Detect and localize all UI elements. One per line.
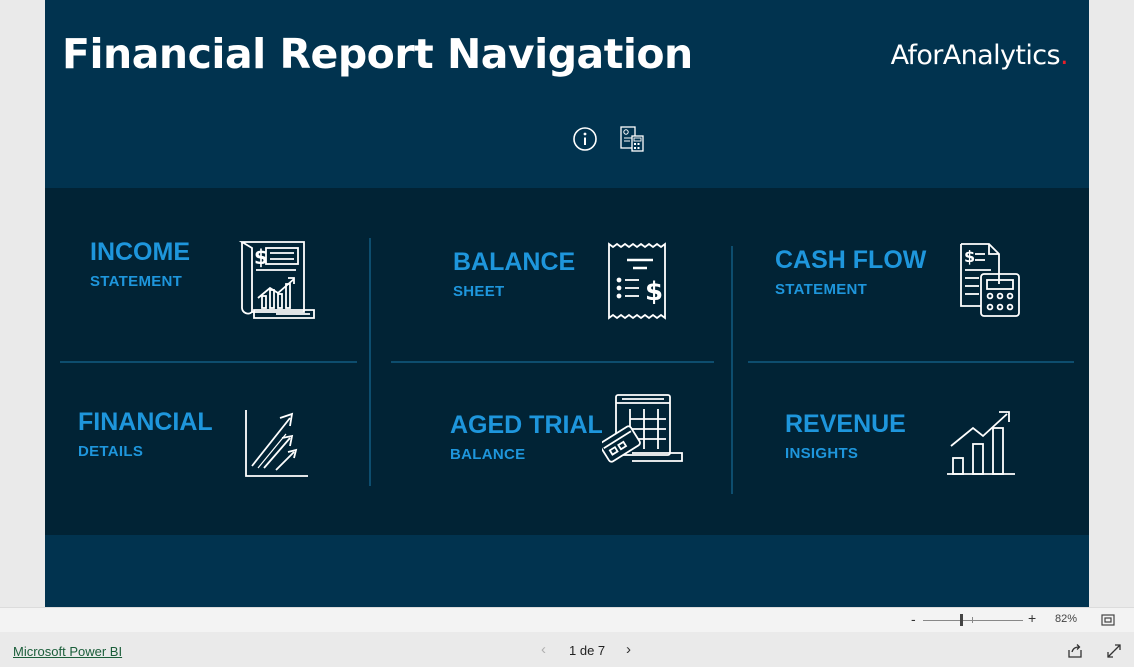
power-bi-link[interactable]: Microsoft Power BI bbox=[13, 644, 122, 659]
nav-aged-trial-balance[interactable]: AGED TRIAL BALANCE bbox=[450, 394, 700, 491]
nav-subtitle: DETAILS bbox=[78, 443, 144, 460]
brand-name: AforAnalytics bbox=[890, 40, 1061, 71]
divider bbox=[748, 361, 1074, 363]
nav-title: CASH FLOW bbox=[775, 246, 927, 274]
zoom-slider-tick bbox=[972, 617, 973, 623]
bar-chart-trend-icon bbox=[947, 411, 1015, 475]
nav-subtitle: BALANCE bbox=[450, 446, 526, 463]
nav-cash-flow-statement[interactable]: CASH FLOW STATEMENT $ bbox=[775, 243, 1025, 326]
receipt-dollar-icon: $ bbox=[608, 242, 666, 320]
footer-bar: Microsoft Power BI ‹ 1 de 7 › bbox=[0, 632, 1134, 667]
zoom-out-button[interactable]: - bbox=[911, 611, 916, 627]
info-icon[interactable] bbox=[570, 124, 600, 154]
nav-subtitle: STATEMENT bbox=[775, 281, 868, 298]
nav-revenue-insights[interactable]: REVENUE INSIGHTS bbox=[785, 410, 1025, 490]
navigation-panel: INCOME STATEMENT $ BALANCE SHEET $ CASH … bbox=[45, 188, 1089, 535]
divider bbox=[391, 361, 714, 363]
fit-to-page-icon[interactable] bbox=[1101, 613, 1115, 627]
svg-text:$: $ bbox=[254, 245, 268, 269]
fullscreen-icon[interactable] bbox=[1106, 643, 1122, 659]
svg-text:$: $ bbox=[964, 247, 975, 266]
svg-text:$: $ bbox=[645, 277, 663, 307]
previous-page-button[interactable]: ‹ bbox=[541, 641, 546, 658]
nav-title: AGED TRIAL bbox=[450, 411, 603, 439]
zoom-slider-thumb[interactable] bbox=[960, 614, 963, 626]
nav-title: INCOME bbox=[90, 238, 190, 266]
zoom-level: 82% bbox=[1055, 613, 1078, 625]
brand-logo: AforAnalytics. bbox=[890, 40, 1069, 71]
calculator-document-icon[interactable] bbox=[617, 124, 647, 154]
income-statement-icon: $ bbox=[238, 241, 315, 319]
document-calculator-icon: $ bbox=[960, 243, 1020, 317]
divider bbox=[60, 361, 357, 363]
nav-subtitle: SHEET bbox=[453, 283, 505, 300]
divider bbox=[731, 246, 733, 494]
next-page-button[interactable]: › bbox=[626, 641, 631, 658]
report-canvas: Financial Report Navigation AforAnalytic… bbox=[45, 0, 1089, 607]
growth-arrows-icon bbox=[245, 410, 308, 477]
divider bbox=[369, 238, 371, 486]
nav-subtitle: INSIGHTS bbox=[785, 445, 859, 462]
nav-subtitle: STATEMENT bbox=[90, 273, 183, 290]
brand-dot: . bbox=[1060, 40, 1069, 71]
nav-income-statement[interactable]: INCOME STATEMENT $ bbox=[90, 238, 330, 328]
zoom-in-button[interactable]: + bbox=[1028, 610, 1036, 626]
report-title: Financial Report Navigation bbox=[62, 30, 693, 78]
zoom-slider-track[interactable] bbox=[923, 620, 1023, 621]
nav-title: REVENUE bbox=[785, 410, 906, 438]
page-indicator: 1 de 7 bbox=[569, 643, 606, 658]
card-ledger-icon bbox=[602, 394, 683, 463]
nav-balance-sheet[interactable]: BALANCE SHEET $ bbox=[453, 242, 683, 328]
nav-title: FINANCIAL bbox=[78, 408, 213, 436]
nav-financial-details[interactable]: FINANCIAL DETAILS bbox=[78, 408, 318, 488]
share-icon[interactable] bbox=[1067, 643, 1083, 659]
status-bar: - + 82% bbox=[0, 607, 1134, 632]
nav-title: BALANCE bbox=[453, 248, 576, 276]
